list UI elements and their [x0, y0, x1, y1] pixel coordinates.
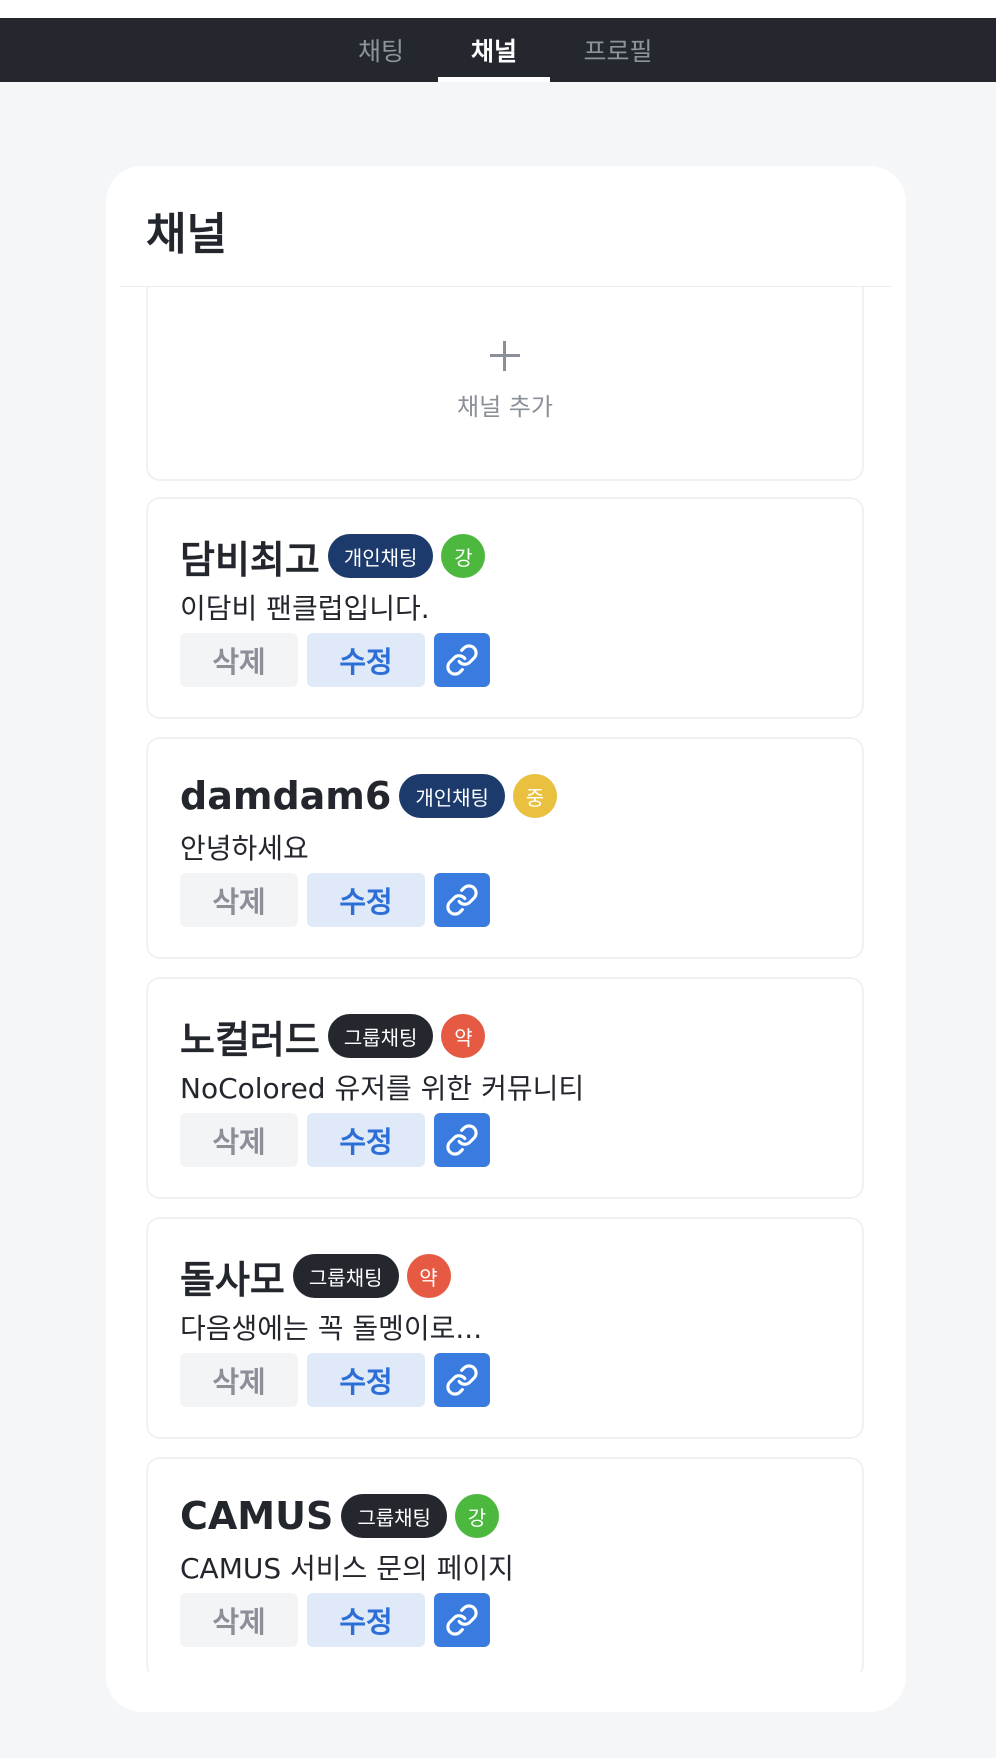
channel-name: 담비최고 — [180, 537, 320, 582]
channel-description: CAMUS 서비스 문의 페이지 — [180, 1552, 514, 1585]
link-icon — [446, 1364, 478, 1396]
copy-link-button[interactable] — [434, 873, 490, 927]
channel-type-badge: 그룹채팅 — [341, 1494, 447, 1538]
channel-header: 돌사모 그룹채팅 약 — [180, 1253, 451, 1302]
tab-chat[interactable]: 채팅 — [338, 18, 424, 82]
channel-header: CAMUS 그룹채팅 강 — [180, 1493, 499, 1539]
channel-header: 노컬러드 그룹채팅 약 — [180, 1013, 486, 1062]
channel-list[interactable]: 채널 추가 담비최고 개인채팅 강 이담비 팬클럽입니다. 삭제 수정 damd… — [106, 287, 906, 1672]
channel-description: 다음생에는 꼭 돌멩이로... — [180, 1312, 483, 1345]
copy-link-button[interactable] — [434, 633, 490, 687]
channel-card: 돌사모 그룹채팅 약 다음생에는 꼭 돌멩이로... 삭제 수정 — [146, 1217, 864, 1439]
channel-header: damdam6 개인채팅 중 — [180, 773, 557, 819]
link-icon — [446, 1124, 478, 1156]
copy-link-button[interactable] — [434, 1113, 490, 1167]
channel-level-badge: 강 — [441, 534, 486, 578]
channel-level-badge: 중 — [512, 774, 557, 818]
link-icon — [446, 644, 478, 676]
top-navigation: 채팅 채널 프로필 — [0, 18, 996, 82]
plus-icon — [490, 340, 520, 371]
channel-level-badge: 강 — [454, 1494, 499, 1538]
channel-card: 노컬러드 그룹채팅 약 NoColored 유저를 위한 커뮤니티 삭제 수정 — [146, 977, 864, 1199]
channel-card: 담비최고 개인채팅 강 이담비 팬클럽입니다. 삭제 수정 — [146, 497, 864, 719]
channel-description: 안녕하세요 — [180, 832, 309, 865]
channel-name: CAMUS — [180, 1494, 334, 1538]
delete-button[interactable]: 삭제 — [180, 633, 298, 687]
tab-channel[interactable]: 채널 — [438, 18, 550, 82]
channel-name: 노컬러드 — [180, 1017, 320, 1062]
tab-profile[interactable]: 프로필 — [568, 18, 668, 82]
channel-type-badge: 그룹채팅 — [292, 1254, 399, 1298]
top-strip — [0, 0, 996, 18]
copy-link-button[interactable] — [434, 1593, 490, 1647]
channel-type-badge: 개인채팅 — [327, 534, 434, 578]
delete-button[interactable]: 삭제 — [180, 1353, 298, 1407]
link-icon — [446, 1604, 478, 1636]
edit-button[interactable]: 수정 — [307, 1353, 425, 1407]
channel-card: CAMUS 그룹채팅 강 CAMUS 서비스 문의 페이지 삭제 수정 — [146, 1457, 864, 1672]
delete-button[interactable]: 삭제 — [180, 1113, 298, 1167]
link-icon — [446, 884, 478, 916]
channel-name: 돌사모 — [180, 1257, 285, 1302]
page-title: 채널 — [146, 209, 227, 260]
edit-button[interactable]: 수정 — [307, 633, 425, 687]
add-channel-button[interactable]: 채널 추가 — [146, 287, 864, 481]
channel-description: 이담비 팬클럽입니다. — [180, 592, 430, 625]
edit-button[interactable]: 수정 — [307, 1113, 425, 1167]
channel-type-badge: 그룹채팅 — [327, 1014, 434, 1058]
edit-button[interactable]: 수정 — [307, 873, 425, 927]
delete-button[interactable]: 삭제 — [180, 873, 298, 927]
channel-type-badge: 개인채팅 — [399, 774, 505, 818]
edit-button[interactable]: 수정 — [307, 1593, 425, 1647]
add-channel-label: 채널 추가 — [457, 392, 553, 421]
copy-link-button[interactable] — [434, 1353, 490, 1407]
channel-level-badge: 약 — [406, 1254, 451, 1298]
channel-panel: 채널 채널 추가 담비최고 개인채팅 강 이담비 팬클럽입니다. 삭제 수정 d… — [106, 166, 906, 1712]
channel-header: 담비최고 개인채팅 강 — [180, 533, 486, 582]
delete-button[interactable]: 삭제 — [180, 1593, 298, 1647]
channel-level-badge: 약 — [441, 1014, 486, 1058]
channel-card: damdam6 개인채팅 중 안녕하세요 삭제 수정 — [146, 737, 864, 959]
channel-description: NoColored 유저를 위한 커뮤니티 — [180, 1072, 585, 1105]
channel-name: damdam6 — [180, 774, 392, 818]
